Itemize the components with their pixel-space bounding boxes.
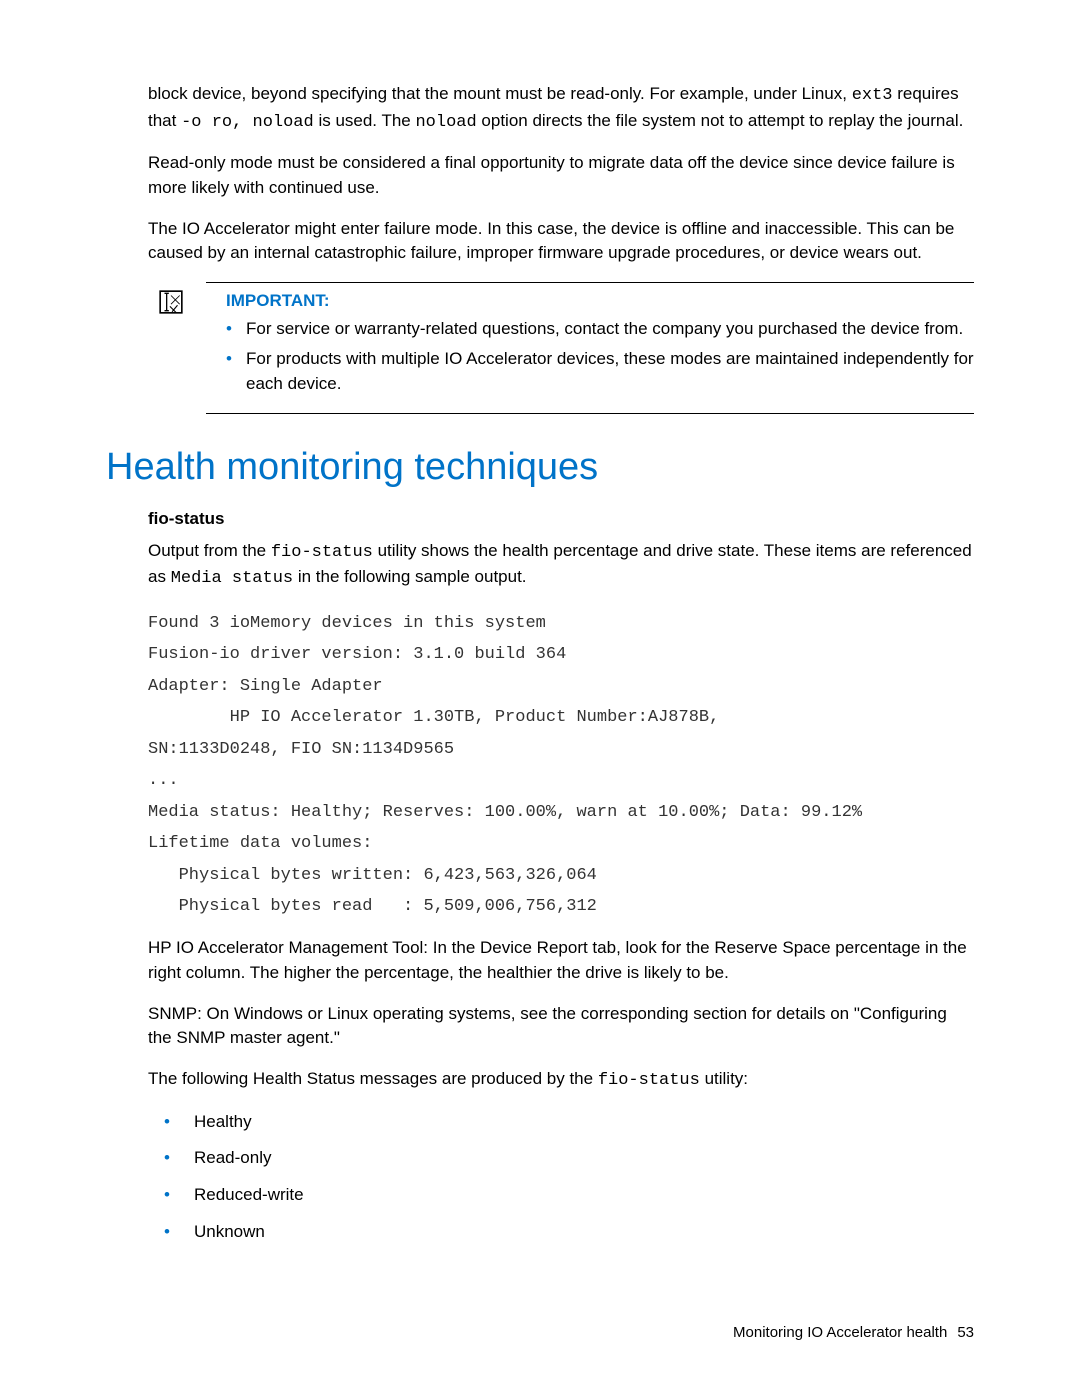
list-item: Reduced-write (176, 1183, 974, 1208)
text-run: The following Health Status messages are… (148, 1069, 598, 1088)
paragraph-fio-output: Output from the fio-status utility shows… (148, 539, 974, 592)
text-run: utility: (700, 1069, 748, 1088)
list-item: For service or warranty-related question… (242, 317, 974, 342)
paragraph-failure-mode: The IO Accelerator might enter failure m… (148, 217, 974, 266)
important-icon (158, 289, 184, 315)
list-item: Unknown (176, 1220, 974, 1245)
important-label: IMPORTANT: (226, 291, 974, 311)
code-fio-status-2: fio-status (598, 1071, 700, 1090)
text-run: Output from the (148, 541, 271, 560)
footer-title: Monitoring IO Accelerator health (733, 1324, 947, 1341)
page-footer: Monitoring IO Accelerator health 53 (733, 1324, 974, 1341)
text-run: in the following sample output. (293, 567, 526, 586)
text-run: option directs the file system not to at… (477, 111, 964, 130)
list-item: Read-only (176, 1146, 974, 1171)
important-list: For service or warranty-related question… (242, 317, 974, 397)
code-noload: noload (415, 113, 476, 132)
paragraph-snmp: SNMP: On Windows or Linux operating syst… (148, 1002, 974, 1051)
code-oro-noload: -o ro, noload (181, 113, 314, 132)
code-media-status: Media status (171, 569, 293, 588)
paragraph-mgmt-tool: HP IO Accelerator Management Tool: In th… (148, 936, 974, 985)
sample-output: Found 3 ioMemory devices in this system … (148, 608, 974, 922)
section-heading: Health monitoring techniques (106, 446, 974, 489)
text-run: is used. The (314, 111, 416, 130)
page-number: 53 (957, 1324, 974, 1341)
code-ext3: ext3 (852, 86, 893, 105)
paragraph-readonly-mode: Read-only mode must be considered a fina… (148, 151, 974, 200)
fio-status-subhead: fio-status (148, 509, 974, 529)
important-callout: IMPORTANT: For service or warranty-relat… (206, 282, 974, 414)
text-run: block device, beyond specifying that the… (148, 84, 852, 103)
code-fio-status: fio-status (271, 543, 373, 562)
health-status-list: Healthy Read-only Reduced-write Unknown (176, 1110, 974, 1245)
list-item: For products with multiple IO Accelerato… (242, 347, 974, 396)
paragraph-health-messages: The following Health Status messages are… (148, 1067, 974, 1094)
paragraph-block-device: block device, beyond specifying that the… (148, 82, 974, 135)
list-item: Healthy (176, 1110, 974, 1135)
